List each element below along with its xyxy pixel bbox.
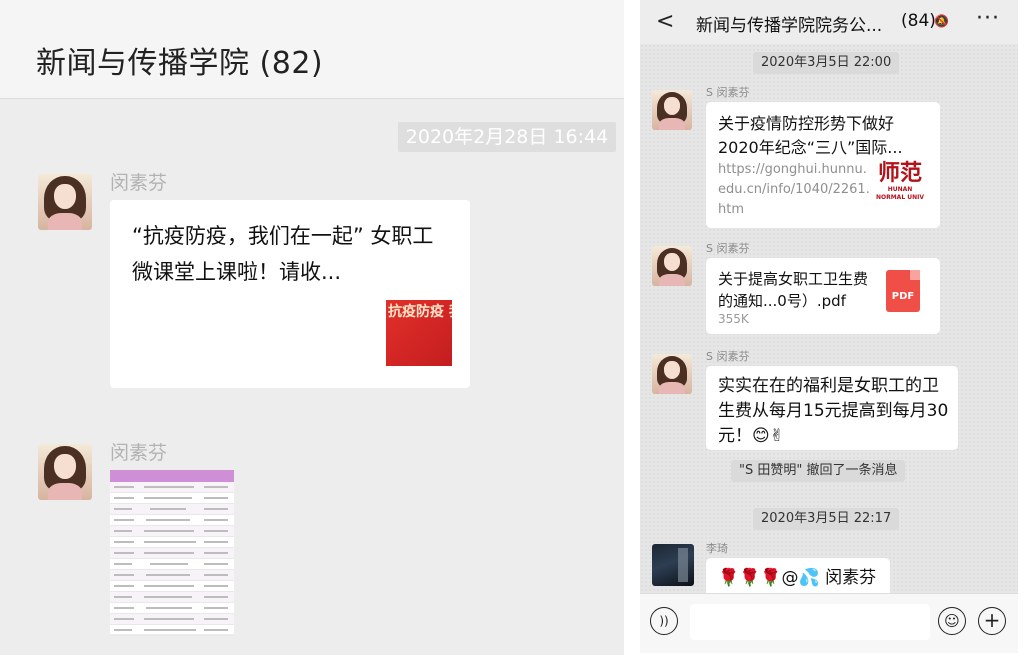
file-size: 355K <box>718 312 749 326</box>
sender-name: S 闵素芬 <box>706 242 750 255</box>
text-message[interactable]: 实实在在的福利是女职工的卫生费从每月15元提高到每月30元！😊✌ <box>706 366 958 450</box>
article-card[interactable]: “抗疫防疫，我们在一起” 女职工微课堂上课啦！请收... 抗疫防疫 我们在一起 <box>110 200 470 388</box>
file-name: 关于提高女职工卫生费的通知...0号）.pdf <box>718 270 869 310</box>
link-title: 关于疫情防控形势下做好2020年纪念“三八”国际... <box>718 114 903 157</box>
avatar[interactable] <box>652 544 694 586</box>
article-thumbnail: 抗疫防疫 我们在一起 <box>386 300 452 366</box>
link-url: https://gonghui.hunnu.edu.cn/info/1040/2… <box>718 162 870 217</box>
emoji-icon[interactable]: ☺ <box>938 607 966 635</box>
chat-header: < 新闻与传播学院院务公... (84) 🔕 ··· <box>640 0 1018 44</box>
avatar[interactable] <box>38 444 92 500</box>
back-arrow-icon[interactable]: < <box>656 10 678 34</box>
sender-name: 李琦 <box>706 542 728 555</box>
logo-text: 师范 <box>877 160 922 186</box>
link-card[interactable]: 关于疫情防控形势下做好2020年纪念“三八”国际... https://gong… <box>706 102 940 228</box>
table-image-message[interactable] <box>110 470 234 636</box>
timestamp: 2020年3月5日 22:17 <box>753 508 900 530</box>
more-options-icon[interactable]: ··· <box>976 6 1000 31</box>
recall-notice: "S 田赞明" 撤回了一条消息 <box>731 460 906 482</box>
avatar[interactable] <box>38 174 92 230</box>
chat-header: 新闻与传播学院 (82) <box>0 0 624 99</box>
pdf-file-icon: PDF <box>886 270 920 312</box>
message-text: 实实在在的福利是女职工的卫生费从每月15元提高到每月30元！😊✌ <box>718 376 949 446</box>
plus-icon[interactable]: + <box>978 607 1006 635</box>
timestamp: 2020年3月5日 22:00 <box>753 52 900 74</box>
member-count: (84) <box>901 11 936 31</box>
sender-name: S 闵素芬 <box>706 86 750 99</box>
left-chat-window: 新闻与传播学院 (82) 2020年2月28日 16:44 闵素芬 “抗疫防疫，… <box>0 0 624 655</box>
avatar[interactable] <box>652 246 692 286</box>
sender-name: 闵素芬 <box>110 172 168 194</box>
avatar[interactable] <box>652 90 692 130</box>
article-title: “抗疫防疫，我们在一起” 女职工微课堂上课啦！请收... <box>132 224 434 284</box>
message-input[interactable] <box>690 604 930 640</box>
thumbnail-text: 抗疫防疫 我们在一起 <box>388 304 452 320</box>
voice-icon[interactable]: )) <box>650 607 678 635</box>
timestamp: 2020年2月28日 16:44 <box>398 122 616 152</box>
input-bar: )) ☺ + <box>640 593 1018 653</box>
sender-name: S 闵素芬 <box>706 350 750 363</box>
sender-name: 闵素芬 <box>110 442 168 464</box>
chat-title: 新闻与传播学院院务公... <box>696 16 883 36</box>
message-text: 🌹🌹🌹@💦 闵素芬 <box>718 568 877 588</box>
file-card[interactable]: 关于提高女职工卫生费的通知...0号）.pdf 355K PDF <box>706 258 940 334</box>
mute-bell-icon: 🔕 <box>934 14 949 28</box>
chat-title: 新闻与传播学院 (82) <box>36 46 324 81</box>
avatar[interactable] <box>652 354 692 394</box>
right-chat-window: < 新闻与传播学院院务公... (84) 🔕 ··· 2020年3月5日 22:… <box>640 0 1018 653</box>
text-message[interactable]: 🌹🌹🌹@💦 闵素芬 <box>706 558 890 598</box>
message-list[interactable]: 2020年3月5日 22:00 S 闵素芬 关于疫情防控形势下做好2020年纪念… <box>640 44 1018 598</box>
university-logo-icon: 师范 HUNAN NORMAL UNIV <box>875 160 925 201</box>
